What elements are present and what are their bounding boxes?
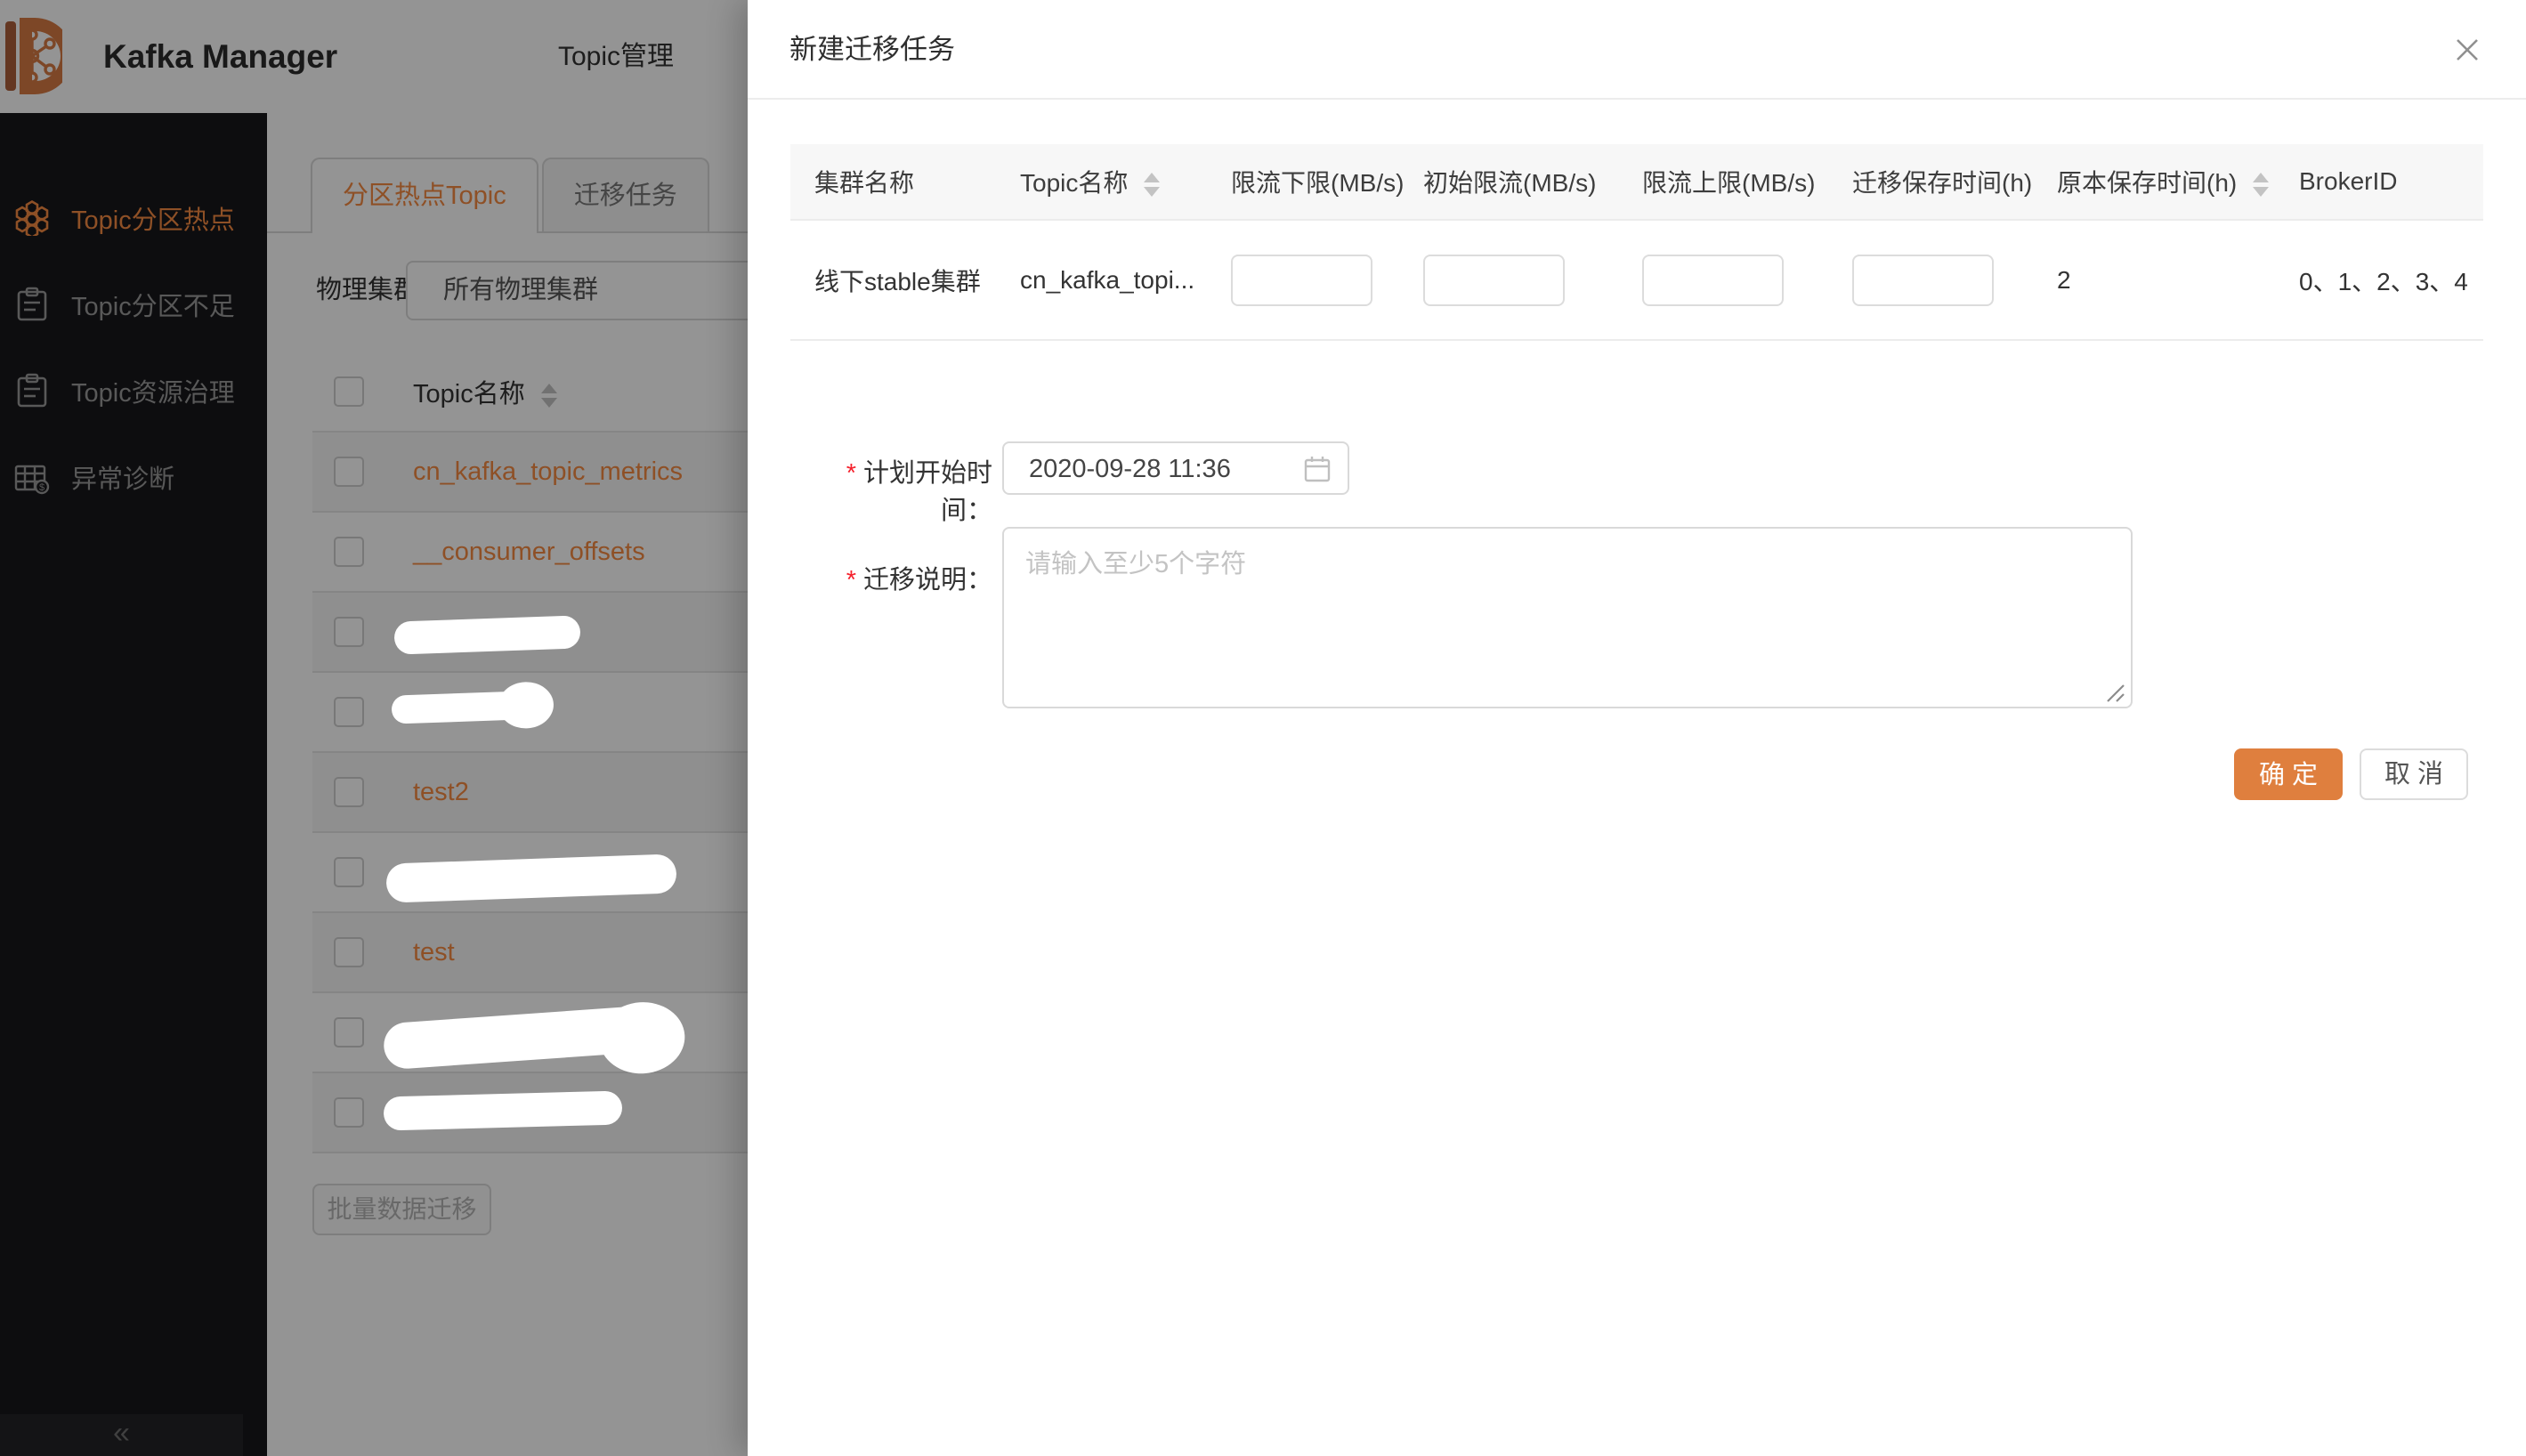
origin-retention-cell: 2 [2033, 266, 2275, 295]
col-origin-retention: 原本保存时间(h) [2033, 164, 2275, 199]
redaction-blob [391, 691, 525, 724]
col-cluster-name: 集群名称 [790, 164, 996, 199]
col-throttle-lower: 限流下限(MB/s) [1207, 164, 1399, 199]
confirm-button[interactable]: 确 定 [2234, 748, 2343, 800]
new-migration-task-drawer: 新建迁移任务 集群名称 Topic名称 限流下限(MB/s) 初始限流(MB/s… [748, 0, 2526, 1456]
start-time-label: *计划开始时间： [801, 452, 992, 527]
col-migration-retention: 迁移保存时间(h) [1828, 164, 2033, 199]
sort-icon[interactable] [1144, 173, 1160, 197]
col-broker-id: BrokerID [2275, 167, 2483, 196]
topic-name-cell: cn_kafka_topi... [996, 266, 1207, 295]
description-label: *迁移说明： [801, 559, 992, 596]
redaction-blob [384, 1090, 623, 1130]
migration-table-row: 线下stable集群 cn_kafka_topi... 2 0、1、2、3、4 [790, 221, 2483, 341]
throttle-initial-input[interactable] [1423, 255, 1565, 306]
cluster-name-cell: 线下stable集群 [790, 263, 996, 298]
migration-retention-input[interactable] [1852, 255, 1994, 306]
drawer-header: 新建迁移任务 [748, 0, 2526, 100]
cancel-button[interactable]: 取 消 [2360, 748, 2468, 800]
start-time-input[interactable] [1004, 443, 1307, 495]
close-icon[interactable] [2442, 25, 2492, 75]
redaction-blob [393, 615, 580, 654]
start-time-picker[interactable] [1002, 441, 1349, 495]
screen: Kafka Manager Topic管理 Topic分区热点 [0, 0, 2526, 1456]
throttle-lower-input[interactable] [1231, 255, 1372, 306]
drawer-title: 新建迁移任务 [789, 0, 955, 100]
col-throttle-initial: 初始限流(MB/s) [1399, 164, 1618, 199]
required-mark: * [846, 566, 856, 595]
migration-description-textarea[interactable] [1002, 527, 2133, 708]
throttle-upper-input[interactable] [1642, 255, 1784, 306]
migration-topics-table: 集群名称 Topic名称 限流下限(MB/s) 初始限流(MB/s) 限流上限(… [790, 144, 2483, 341]
col-throttle-upper: 限流上限(MB/s) [1618, 164, 1828, 199]
broker-id-cell: 0、1、2、3、4 [2275, 263, 2483, 298]
required-mark: * [846, 459, 856, 488]
col-topic-name: Topic名称 [996, 164, 1207, 199]
calendar-icon [1303, 455, 1332, 488]
sort-icon[interactable] [2253, 173, 2269, 197]
migration-table-header-row: 集群名称 Topic名称 限流下限(MB/s) 初始限流(MB/s) 限流上限(… [790, 144, 2483, 221]
